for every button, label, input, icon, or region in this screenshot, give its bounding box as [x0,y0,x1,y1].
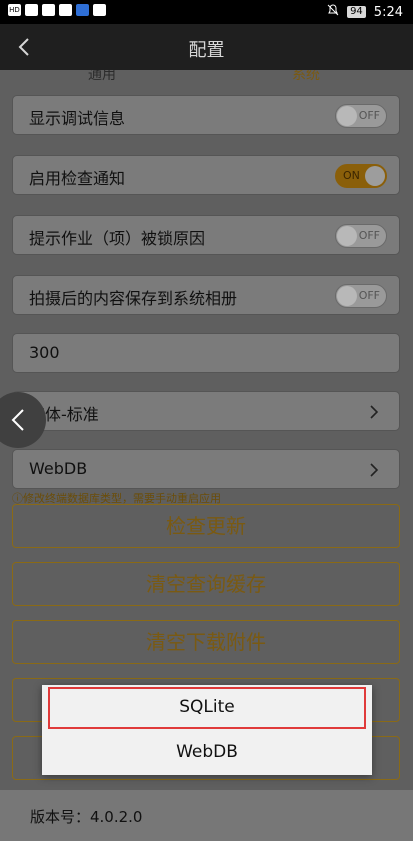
setting-check-notification: 启用检查通知 ON [12,155,400,195]
chevron-left-icon [11,409,24,431]
toggle-knob [337,286,357,306]
setting-label: 拍摄后的内容保存到系统相册 [29,289,238,308]
lock-reason-toggle[interactable]: OFF [335,224,387,248]
option-webdb[interactable]: WebDB [42,730,372,775]
database-type-dialog: SQLite WebDB [42,685,372,775]
toggle-knob [337,226,357,246]
check-update-button[interactable]: 检查更新 [12,504,400,548]
app-icon [76,4,89,16]
option-sqlite[interactable]: SQLite [42,685,372,730]
chevron-right-icon [367,462,381,478]
version-bar: 版本号：4.0.2.0 [0,790,413,841]
setting-label: 启用检查通知 [29,169,126,188]
clear-attachments-button[interactable]: 清空下载附件 [12,620,400,664]
setting-font-size[interactable]: 字体-标准 [12,391,400,431]
value-input-row[interactable]: 300 [12,333,400,373]
notification-icon [42,4,55,16]
setting-label: 显示调试信息 [29,109,126,128]
page-title: 配置 [188,40,225,61]
tab-general[interactable]: 通用 [88,70,116,84]
clock: 5:24 [373,4,403,20]
toggle-knob [365,166,385,186]
save-to-album-toggle[interactable]: OFF [335,284,387,308]
setting-database-type[interactable]: WebDB [12,449,400,489]
status-icons: HD [8,4,106,16]
debug-info-toggle[interactable]: OFF [335,104,387,128]
tab-bar: 通用 系统 [0,70,413,84]
toggle-state: OFF [358,109,380,122]
toggle-knob [337,106,357,126]
signal-icon [25,4,38,16]
setting-label: WebDB [29,459,88,478]
clear-query-cache-button[interactable]: 清空查询缓存 [12,562,400,606]
setting-lock-reason: 提示作业（项）被锁原因 OFF [12,215,400,255]
toggle-state: ON [343,169,360,182]
toggle-state: OFF [358,289,380,302]
mute-icon [327,4,339,20]
mail-icon [93,4,106,16]
version-label: 版本号：4.0.2.0 [30,808,143,826]
setting-debug-info: 显示调试信息 OFF [12,95,400,135]
value-input[interactable]: 300 [29,343,60,362]
check-notification-toggle[interactable]: ON [335,164,387,188]
hd-icon: HD [8,4,21,16]
battery-indicator: 94 [347,6,366,18]
title-bar: 配置 [0,24,413,70]
message-icon [59,4,72,16]
setting-label: 提示作业（项）被锁原因 [29,229,206,248]
setting-save-to-album: 拍摄后的内容保存到系统相册 OFF [12,275,400,315]
status-bar: HD 94 5:24 [0,0,413,24]
tab-system[interactable]: 系统 [292,70,320,84]
toggle-state: OFF [358,229,380,242]
chevron-right-icon [367,404,381,420]
